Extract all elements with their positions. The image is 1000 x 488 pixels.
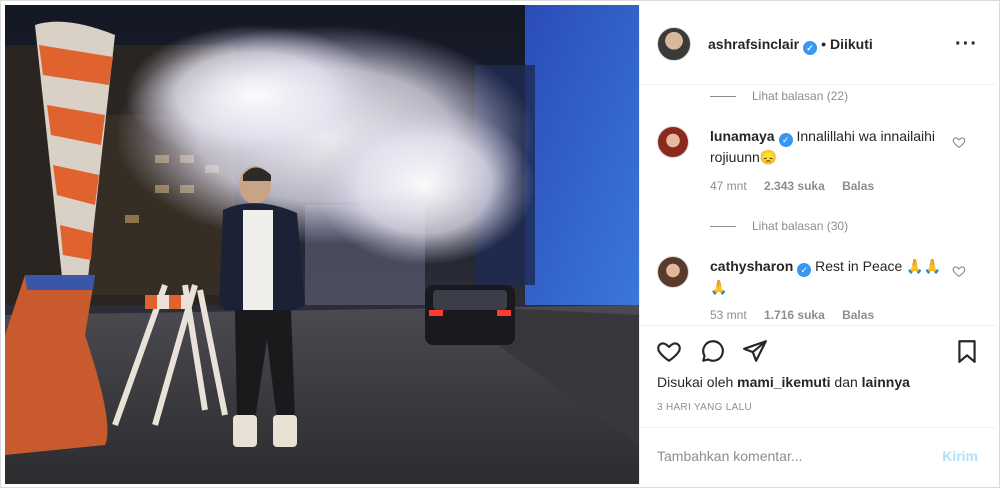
post-timestamp[interactable]: 3 HARI YANG LALU [657,402,752,413]
comment-meta: 47 mnt 2.343 suka Balas [710,179,888,193]
add-comment-bar: Kirim [640,427,996,484]
liked-by-summary: Disukai oleh mami_ikemuti dan lainnya [657,374,910,390]
comment-avatar[interactable] [657,126,689,158]
comment-meta: 53 mnt 1.716 suka Balas [710,308,888,322]
post-photo-illustration [5,5,639,484]
reply-line [710,226,736,228]
comment-username[interactable]: cathysharon [710,258,793,274]
verified-badge-icon: ✓ [803,41,818,55]
post-actions: Disukai oleh mami_ikemuti dan lainnya 3 … [640,325,996,425]
comment-text: lunamaya ✓ Innalillahi wa innailaihi roji… [710,126,950,167]
like-comment-heart-icon[interactable] [952,135,966,149]
share-send-icon[interactable] [742,338,768,364]
view-replies-toggle[interactable]: Lihat balasan (30) [710,219,848,233]
liked-by-others[interactable]: lainnya [862,374,910,390]
add-comment-input[interactable] [657,444,907,468]
comment-time[interactable]: 47 mnt [710,179,747,193]
reply-button[interactable]: Balas [842,308,874,322]
view-replies-label: Lihat balasan (22) [752,89,849,103]
more-options-icon[interactable]: ··· [955,33,978,56]
post-comment-button[interactable]: Kirim [942,448,978,464]
post-sidebar: ashrafsinclair ✓ • Diikuti ··· Lihat balasa… [639,5,996,484]
author-avatar[interactable] [657,27,691,61]
comment-text: cathysharon ✓ Rest in Peace 🙏🙏🙏 [710,256,950,297]
view-replies-label: Lihat balasan (30) [752,219,849,233]
comment-likes[interactable]: 1.716 suka [764,308,825,322]
like-heart-icon[interactable] [656,338,682,364]
post-modal: ashrafsinclair ✓ • Diikuti ··· Lihat balasa… [0,0,1000,488]
comment-username[interactable]: lunamaya [710,128,775,144]
bookmark-save-icon[interactable] [954,338,980,364]
verified-badge-icon: ✓ [797,263,812,277]
liked-by-and: dan [834,374,858,390]
comment-time[interactable]: 53 mnt [710,308,747,322]
comment-avatar[interactable] [657,256,689,288]
post-photo[interactable] [5,5,639,484]
reply-button[interactable]: Balas [842,179,874,193]
author-info: ashrafsinclair ✓ • Diikuti [708,36,873,55]
follow-status-button[interactable]: Diikuti [830,36,873,52]
comment-likes[interactable]: 2.343 suka [764,179,825,193]
like-comment-heart-icon[interactable] [952,264,966,278]
comments-list: Lihat balasan (22) lunamaya ✓ Innalillahi… [640,85,996,325]
liked-by-prefix: Disukai oleh [657,374,734,390]
author-username[interactable]: ashrafsinclair [708,36,799,52]
reply-line [710,96,736,98]
verified-badge-icon: ✓ [778,133,793,147]
comment-bubble-icon[interactable] [700,338,726,364]
separator-dot: • [821,36,826,52]
post-header: ashrafsinclair ✓ • Diikuti ··· [640,5,996,85]
liked-by-user[interactable]: mami_ikemuti [737,374,830,390]
view-replies-toggle[interactable]: Lihat balasan (22) [710,89,848,103]
